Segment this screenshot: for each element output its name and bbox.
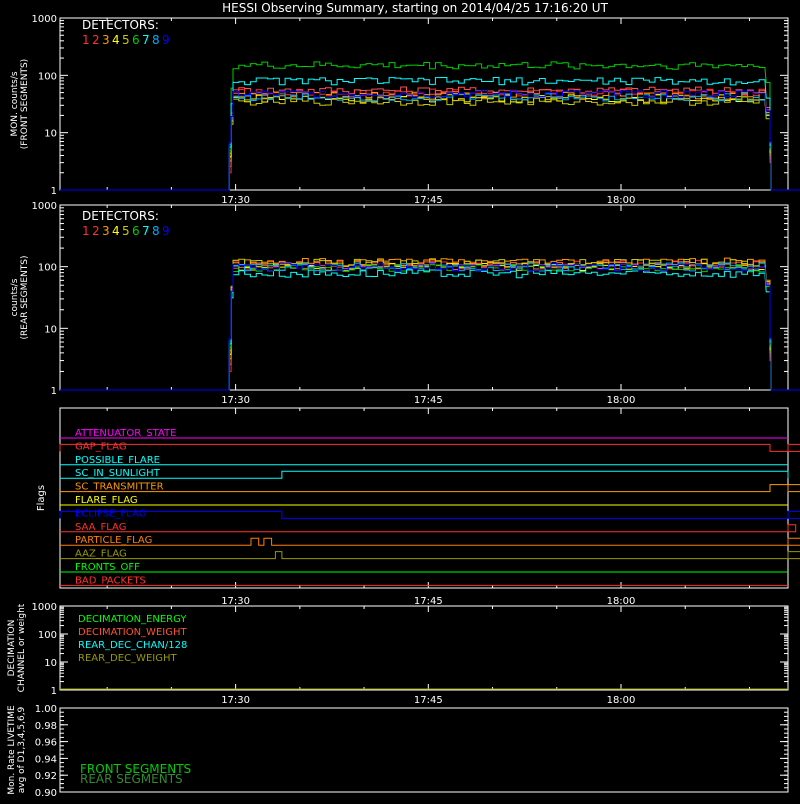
y-axis-label: counts/s: [10, 278, 20, 316]
detectors-heading: DETECTORS:: [82, 209, 159, 223]
detector-number: 3: [102, 224, 110, 238]
y-tick-label: 1000: [32, 201, 57, 212]
detector-number: 3: [102, 33, 110, 47]
y-axis-label: CHANNEL or weight: [17, 603, 27, 692]
y-tick-label: 0.98: [35, 721, 57, 732]
flag-label: ATTENUATOR_STATE: [75, 428, 176, 439]
x-tick-label: 17:45: [414, 695, 443, 706]
flag-label: GAP_FLAG: [75, 441, 127, 452]
x-tick-label: 17:30: [221, 695, 250, 706]
chart-canvas: HESSI Observing Summary, starting on 201…: [0, 0, 800, 800]
y-axis-label: Mon. Rate LIVETIME: [7, 705, 17, 795]
legend-entry: REAR_DEC_CHAN/128: [78, 640, 187, 651]
y-axis-label: avg of D1,3,4,5,6,9: [17, 706, 27, 793]
flag-label: SC_TRANSMITTER: [75, 482, 164, 493]
detector-number: 6: [132, 224, 140, 238]
detector-number: 8: [152, 33, 160, 47]
y-tick-label: 1.00: [35, 704, 57, 715]
detector-number: 9: [162, 224, 170, 238]
detector-number: 4: [112, 33, 120, 47]
y-axis-label: (REAR SEGMENTS): [20, 255, 30, 339]
detector-number: 7: [142, 224, 150, 238]
y-tick-label: 1: [51, 686, 57, 697]
detector-number: 5: [122, 224, 130, 238]
y-tick-label: 1000: [32, 14, 57, 25]
y-tick-label: 10: [44, 129, 57, 140]
flag-label: AAZ_FLAG: [75, 549, 127, 560]
y-axis-label: DECIMATION: [7, 620, 17, 677]
hessi-summary-chart: HESSI Observing Summary, starting on 201…: [0, 0, 800, 800]
detector-number: 4: [112, 224, 120, 238]
x-tick-label: 17:45: [414, 395, 443, 406]
y-axis-label: Flags: [36, 485, 47, 511]
flag-label: FLARE_FLAG: [75, 495, 138, 506]
flag-label: BAD_PACKETS: [75, 575, 146, 586]
detector-number: 8: [152, 224, 160, 238]
detector-number: 9: [162, 33, 170, 47]
detector-number: 1: [82, 33, 90, 47]
legend-entry: DECIMATION_ENERGY: [78, 614, 187, 625]
x-tick-label: 18:00: [607, 395, 636, 406]
detector-number: 1: [82, 224, 90, 238]
x-tick-label: 17:45: [414, 596, 443, 607]
flag-label: SC_IN_SUNLIGHT: [75, 468, 161, 479]
detectors-heading: DETECTORS:: [82, 18, 159, 32]
y-axis-label: MON. counts/s: [10, 71, 20, 136]
legend-entry: REAR_DEC_WEIGHT: [78, 653, 177, 664]
x-tick-label: 17:30: [221, 395, 250, 406]
y-tick-label: 1000: [32, 602, 57, 613]
y-tick-label: 0.96: [35, 738, 57, 749]
x-tick-label: 18:00: [607, 596, 636, 607]
legend-entry: DECIMATION_WEIGHT: [78, 627, 187, 638]
flag-label: SAA_FLAG: [75, 522, 126, 533]
x-tick-label: 18:00: [607, 695, 636, 706]
y-tick-label: 0.92: [35, 771, 57, 782]
detector-number: 2: [92, 33, 100, 47]
y-tick-label: 100: [38, 71, 57, 82]
x-tick-label: 17:30: [221, 596, 250, 607]
x-tick-label: 18:00: [607, 195, 636, 206]
detector-number: 6: [132, 33, 140, 47]
y-tick-label: 10: [44, 324, 57, 335]
detector-number: 2: [92, 224, 100, 238]
y-tick-label: 100: [38, 630, 57, 641]
flag-label: POSSIBLE_FLARE: [75, 455, 160, 466]
legend-entry: REAR SEGMENTS: [80, 772, 183, 786]
y-tick-label: 1: [51, 186, 57, 197]
flag-label: ECLIPSE_FLAG: [75, 508, 146, 519]
y-tick-label: 0.90: [35, 788, 57, 799]
x-tick-label: 17:30: [221, 195, 250, 206]
detector-number: 5: [122, 33, 130, 47]
x-tick-label: 17:45: [414, 195, 443, 206]
y-tick-label: 100: [38, 263, 57, 274]
chart-title: HESSI Observing Summary, starting on 201…: [222, 1, 608, 15]
flag-label: FRONTS_OFF: [75, 562, 140, 573]
y-tick-label: 1: [51, 386, 57, 397]
y-tick-label: 10: [44, 658, 57, 669]
y-axis-label: (FRONT SEGMENTS): [20, 59, 30, 149]
detector-number: 7: [142, 33, 150, 47]
y-tick-label: 0.94: [35, 754, 57, 765]
flag-label: PARTICLE_FLAG: [75, 535, 152, 546]
